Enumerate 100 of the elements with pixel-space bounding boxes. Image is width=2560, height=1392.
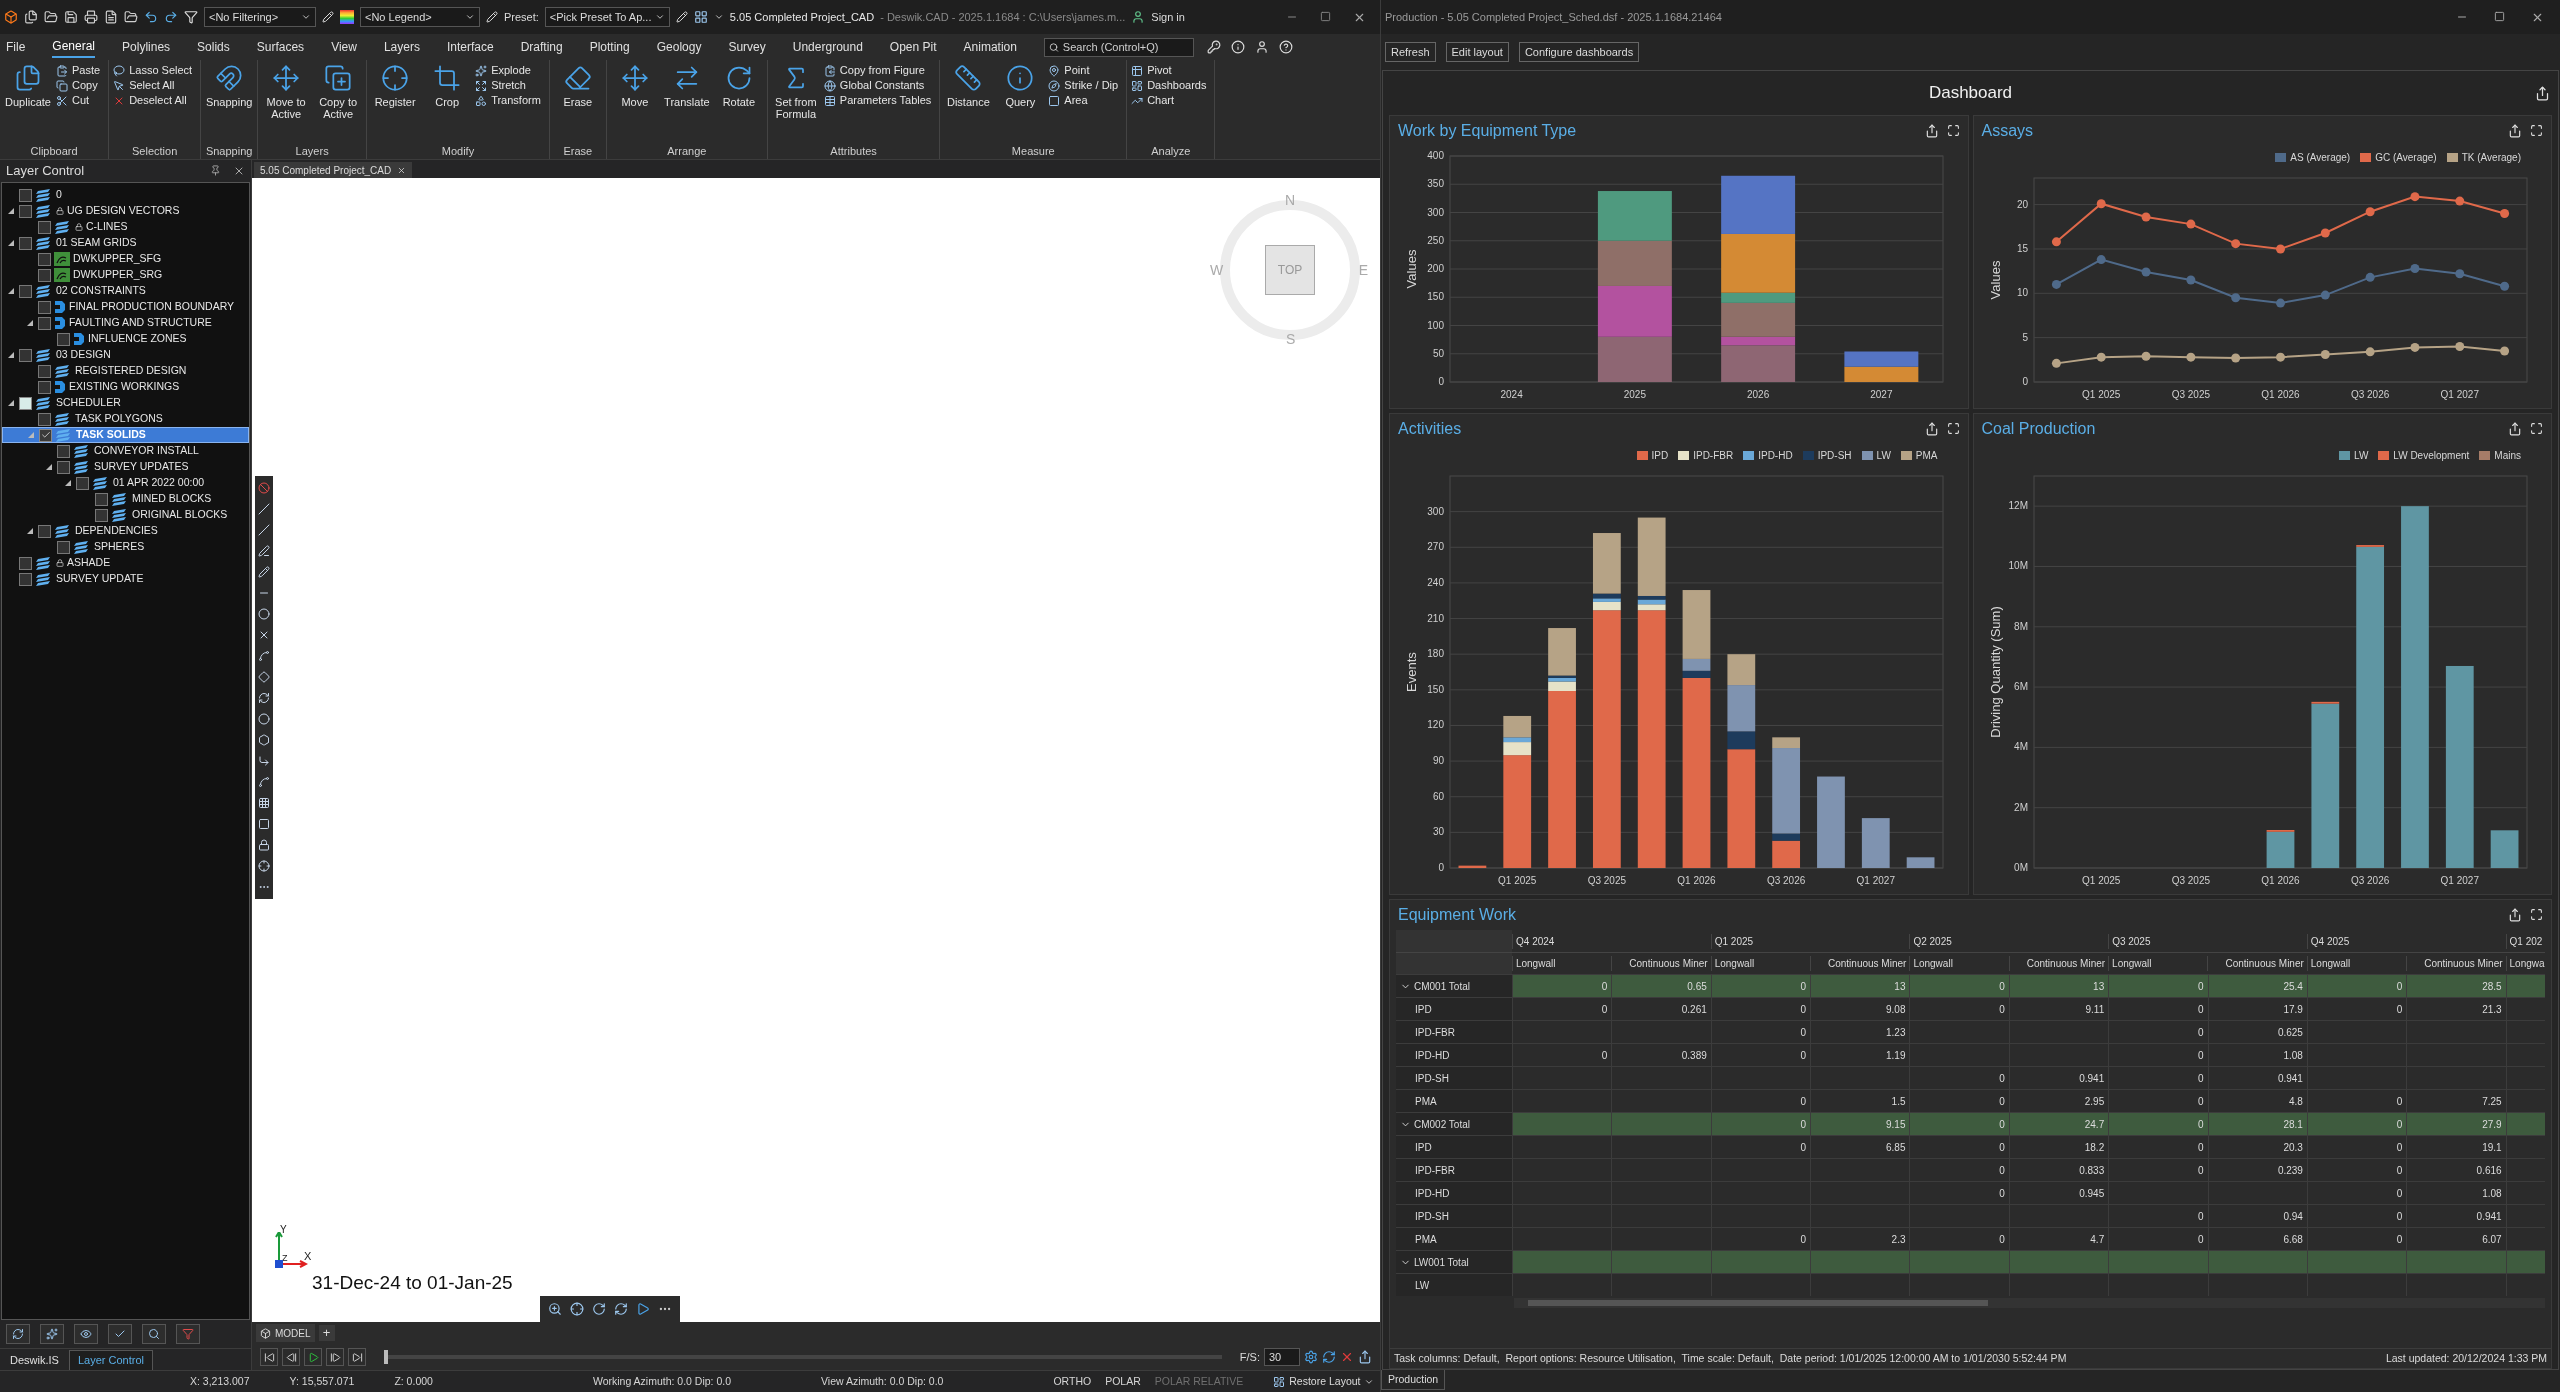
ribbon-button[interactable]: Dashboards [1131, 79, 1211, 92]
ribbon-button[interactable]: Query [996, 64, 1045, 143]
ribbon-button[interactable]: Register [371, 64, 420, 143]
restore-layout-button[interactable]: Restore Layout [1273, 1373, 1375, 1390]
layer-row[interactable]: FINAL PRODUCTION BOUNDARY [2, 299, 249, 315]
layer-row[interactable]: UG DESIGN VECTORS [2, 203, 249, 219]
ribbon-tab[interactable]: Open Pit [889, 36, 937, 58]
ribbon-button[interactable]: Transform [475, 94, 545, 107]
bottom-tab[interactable]: Production [1381, 1370, 1446, 1390]
ribbon-button[interactable]: Crop [423, 64, 472, 143]
add-tab-button[interactable]: + [318, 1325, 335, 1341]
layer-row[interactable]: 03 DESIGN [2, 347, 249, 363]
row-header[interactable]: LW001 Total [1396, 1251, 1513, 1273]
layer-row[interactable]: SPHERES [2, 539, 249, 555]
layer-row[interactable]: ASHADE [2, 555, 249, 571]
layer-row[interactable]: INFLUENCE ZONES [2, 331, 249, 347]
ribbon-button[interactable]: Move [610, 64, 659, 143]
ribbon-button[interactable]: Stretch [475, 79, 545, 92]
ribbon-button[interactable]: Paste [56, 64, 105, 77]
row-header[interactable]: CM001 Total [1396, 975, 1513, 997]
row-header[interactable]: PMA [1396, 1228, 1513, 1250]
ribbon-button[interactable]: Set from Formula [771, 64, 820, 143]
ribbon-button[interactable]: Snapping [205, 64, 254, 143]
ribbon-tab[interactable]: Drafting [520, 36, 563, 58]
row-header[interactable]: IPD-FBR [1396, 1021, 1513, 1043]
row-header[interactable]: LW [1396, 1274, 1513, 1296]
ribbon-button[interactable]: Copy to Active [314, 64, 363, 143]
ribbon-button[interactable]: Cut [56, 94, 105, 107]
toolbar-button[interactable]: Configure dashboards [1518, 42, 1640, 62]
ribbon-button[interactable]: Chart [1131, 94, 1211, 107]
row-header[interactable]: IPD [1396, 1136, 1513, 1158]
layer-row[interactable]: EXISTING WORKINGS [2, 379, 249, 395]
search-field[interactable]: Search (Control+Q) [1043, 37, 1194, 57]
row-header[interactable]: IPD-SH [1396, 1067, 1513, 1089]
ribbon-button[interactable]: Explode [475, 64, 545, 77]
toolbar-button[interactable]: Edit layout [1445, 42, 1509, 62]
ribbon-button[interactable]: Select All [113, 79, 197, 92]
ribbon-button[interactable]: Deselect All [113, 94, 197, 107]
row-header[interactable]: PMA [1396, 1090, 1513, 1112]
panel-tab[interactable]: Layer Control [68, 1350, 153, 1370]
layer-row[interactable]: SCHEDULER [2, 395, 249, 411]
layer-row[interactable]: 02 CONSTRAINTS [2, 283, 249, 299]
ribbon-button[interactable]: Parameters Tables [823, 94, 936, 107]
panel-tab[interactable]: Deswik.IS [2, 1350, 67, 1370]
ribbon-tab[interactable]: Survey [728, 36, 766, 58]
row-header[interactable]: IPD-SH [1396, 1205, 1513, 1227]
ribbon-button[interactable]: Point [1048, 64, 1123, 77]
layer-row[interactable]: 0 [2, 187, 249, 203]
ribbon-button[interactable]: Pivot [1131, 64, 1211, 77]
ribbon-button[interactable]: Area [1048, 94, 1123, 107]
layer-row[interactable]: 01 SEAM GRIDS [2, 235, 249, 251]
ribbon-button[interactable]: Erase [553, 64, 602, 143]
status-text[interactable]: ORTHO [1053, 1373, 1092, 1390]
layer-row[interactable]: MINED BLOCKS [2, 491, 249, 507]
ribbon-button[interactable]: Move to Active [262, 64, 311, 143]
ribbon-button[interactable]: Lasso Select [113, 64, 197, 77]
ribbon-tab[interactable]: Layers [383, 36, 420, 58]
layer-row[interactable]: ORIGINAL BLOCKS [2, 507, 249, 523]
row-header[interactable]: IPD-HD [1396, 1182, 1513, 1204]
row-header[interactable]: CM002 Total [1396, 1113, 1513, 1135]
ribbon-tab[interactable]: Surfaces [256, 36, 305, 58]
layer-row[interactable]: DWKUPPER_SRG [2, 267, 249, 283]
row-header[interactable]: IPD [1396, 998, 1513, 1020]
ribbon-tab[interactable]: Plotting [589, 36, 630, 58]
ribbon-tab[interactable]: General [52, 36, 96, 58]
ribbon-button[interactable]: Duplicate [4, 64, 52, 143]
ribbon-button[interactable]: Translate [662, 64, 711, 143]
ribbon-tab[interactable]: Solids [197, 36, 230, 58]
layer-row[interactable]: 01 APR 2022 00:00 [2, 475, 249, 491]
ribbon-tab[interactable]: Polylines [122, 36, 171, 58]
layer-row[interactable]: DEPENDENCIES [2, 523, 249, 539]
ribbon-button[interactable]: Rotate [714, 64, 763, 143]
document-tab[interactable]: 5.05 Completed Project_CAD [254, 162, 413, 178]
layer-row[interactable]: TASK SOLIDS [2, 427, 249, 443]
ribbon-button[interactable]: Global Constants [823, 79, 936, 92]
layer-row[interactable]: TASK POLYGONS [2, 411, 249, 427]
fps-field[interactable]: 30 [1264, 1348, 1300, 1366]
ribbon-button[interactable]: Distance [944, 64, 993, 143]
ribbon-tab[interactable]: Interface [446, 36, 494, 58]
sign-in-link[interactable]: Sign in [1151, 8, 1185, 26]
layer-row[interactable]: SURVEY UPDATE [2, 571, 249, 587]
ribbon-button[interactable]: Copy [56, 79, 105, 92]
ribbon-tab[interactable]: Animation [963, 36, 1017, 58]
row-header[interactable]: IPD-FBR [1396, 1159, 1513, 1181]
preset-dropdown[interactable]: <Pick Preset To Ap... [544, 7, 670, 27]
status-text[interactable]: POLAR [1105, 1373, 1141, 1390]
layer-row[interactable]: DWKUPPER_SFG [2, 251, 249, 267]
model-tab[interactable]: MODEL [256, 1324, 315, 1342]
ribbon-button[interactable]: Copy from Figure [823, 64, 936, 77]
filter-dropdown[interactable]: <No Filtering> [204, 7, 316, 27]
toolbar-button[interactable]: Refresh [1385, 42, 1436, 62]
ribbon-tab[interactable]: View [331, 36, 357, 58]
ribbon-button[interactable]: Strike / Dip [1048, 79, 1123, 92]
layer-row[interactable]: C-LINES [2, 219, 249, 235]
layer-row[interactable]: FAULTING AND STRUCTURE [2, 315, 249, 331]
ribbon-tab[interactable]: Geology [656, 36, 702, 58]
row-header[interactable]: IPD-HD [1396, 1044, 1513, 1066]
layer-row[interactable]: CONVEYOR INSTALL [2, 443, 249, 459]
ribbon-tab[interactable]: Underground [792, 36, 863, 58]
layer-row[interactable]: SURVEY UPDATES [2, 459, 249, 475]
